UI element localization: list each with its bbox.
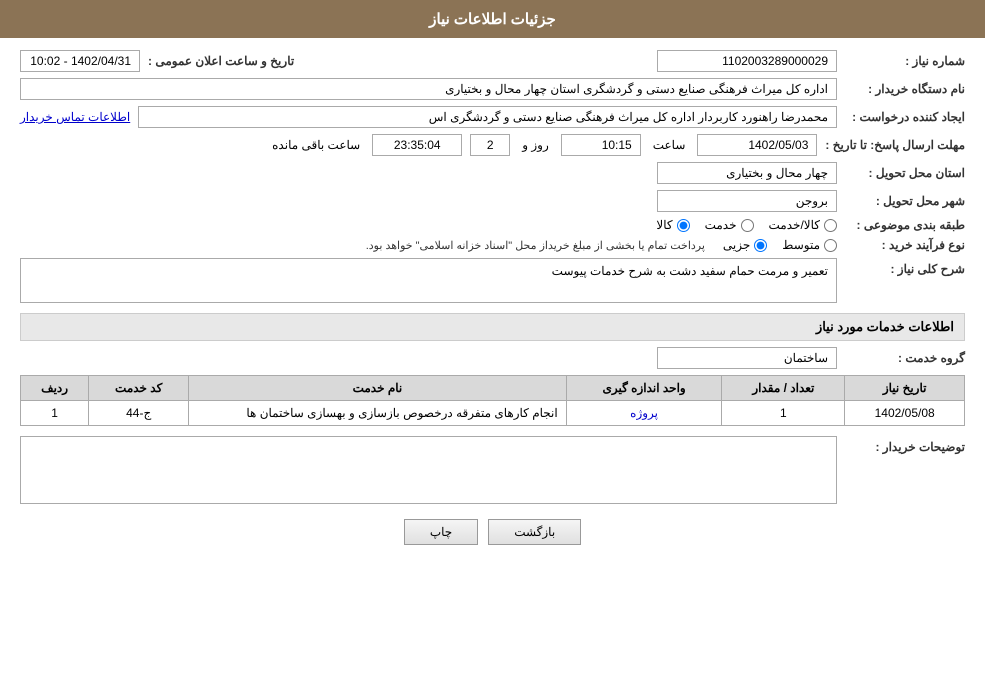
ostan-label: استان محل تحویل :	[845, 166, 965, 180]
farayand-radio-group: متوسط جزیی	[723, 238, 837, 252]
content-area: شماره نیاز : 1102003289000029 تاریخ و سا…	[0, 38, 985, 567]
page-header: جزئیات اطلاعات نیاز	[0, 0, 985, 38]
ijad-link[interactable]: اطلاعات تماس خریدار	[20, 110, 130, 124]
mohlat-baqi: 23:35:04	[372, 134, 462, 156]
cell-vahed: پروژه	[566, 401, 722, 426]
radio-jozii-input[interactable]	[754, 239, 767, 252]
service-section-title: اطلاعات خدمات مورد نیاز	[20, 313, 965, 341]
row-farayand: نوع فرآیند خرید : متوسط جزیی پرداخت تمام…	[20, 238, 965, 252]
table-header-row: تاریخ نیاز تعداد / مقدار واحد اندازه گیر…	[21, 376, 965, 401]
button-row: بازگشت چاپ	[20, 519, 965, 545]
radio-khedmat[interactable]: خدمت	[705, 218, 754, 232]
row-mohlat: مهلت ارسال پاسخ: تا تاریخ : 1402/05/03 س…	[20, 134, 965, 156]
row-ijad: ایجاد کننده درخواست : محمدرضا راهنورد کا…	[20, 106, 965, 128]
kala-label: کالا	[656, 218, 672, 232]
cell-tarikh: 1402/05/08	[845, 401, 965, 426]
saaat-label: ساعت	[653, 138, 686, 152]
radio-mootaset-input[interactable]	[824, 239, 837, 252]
nam-dastgah-label: نام دستگاه خریدار :	[845, 82, 965, 96]
kala-khedmat-label: کالا/خدمت	[769, 218, 820, 232]
col-vahed: واحد اندازه گیری	[566, 376, 722, 401]
radio-kala-khedmat[interactable]: کالا/خدمت	[769, 218, 837, 232]
mohlat-rooz: 2	[470, 134, 510, 156]
col-nam: نام خدمت	[189, 376, 567, 401]
shomara-value: 1102003289000029	[657, 50, 837, 72]
grooh-khedmat-label: گروه خدمت :	[845, 351, 965, 365]
tabaqe-radio-group: کالا/خدمت خدمت کالا	[656, 218, 837, 232]
chap-button[interactable]: چاپ	[404, 519, 478, 545]
bazgasht-button[interactable]: بازگشت	[488, 519, 581, 545]
sharh-label: شرح کلی نیاز :	[845, 258, 965, 276]
shomara-label: شماره نیاز :	[845, 54, 965, 68]
mohlat-date: 1402/05/03	[697, 134, 817, 156]
row-tabaqe: طبقه بندی موضوعی : کالا/خدمت خدمت کالا	[20, 218, 965, 232]
cell-radif: 1	[21, 401, 89, 426]
shahr-value: بروجن	[657, 190, 837, 212]
ostan-value: چهار محال و بختیاری	[657, 162, 837, 184]
tarikh-label: تاریخ و ساعت اعلان عمومی :	[148, 54, 294, 68]
col-kod: کد خدمت	[89, 376, 189, 401]
tozihat-label: توضیحات خریدار :	[845, 436, 965, 454]
khedmat-label: خدمت	[705, 218, 737, 232]
tozihat-textarea[interactable]	[20, 436, 837, 504]
page-title: جزئیات اطلاعات نیاز	[429, 11, 556, 28]
row-shomara-tarikh: شماره نیاز : 1102003289000029 تاریخ و سا…	[20, 50, 965, 72]
baqi-mande-label: ساعت باقی مانده	[272, 138, 360, 152]
grooh-khedmat-value: ساختمان	[657, 347, 837, 369]
farayand-note: پرداخت تمام یا بخشی از مبلغ خریداز محل "…	[366, 239, 705, 252]
ijad-value: محمدرضا راهنورد کاربردار اداره کل میراث …	[138, 106, 837, 128]
tarikh-value: 1402/04/31 - 10:02	[20, 50, 140, 72]
row-shahr: شهر محل تحویل : بروجن	[20, 190, 965, 212]
mootaset-label: متوسط	[782, 238, 820, 252]
rooz-label: روز و	[522, 138, 549, 152]
cell-name: انجام کارهای متفرقه درخصوص بازسازی و بهس…	[189, 401, 567, 426]
radio-kala-khedmat-input[interactable]	[824, 219, 837, 232]
radio-mootaset[interactable]: متوسط	[782, 238, 837, 252]
page-wrapper: جزئیات اطلاعات نیاز شماره نیاز : 1102003…	[0, 0, 985, 691]
row-ostan: استان محل تحویل : چهار محال و بختیاری	[20, 162, 965, 184]
ijad-label: ایجاد کننده درخواست :	[845, 110, 965, 124]
sharh-value: تعمیر و مرمت حمام سفید دشت به شرح خدمات …	[20, 258, 837, 303]
grooh-khedmat-row: گروه خدمت : ساختمان	[20, 347, 965, 369]
col-tarikh: تاریخ نیاز	[845, 376, 965, 401]
shahr-label: شهر محل تحویل :	[845, 194, 965, 208]
farayand-label: نوع فرآیند خرید :	[845, 238, 965, 252]
tabaqe-label: طبقه بندی موضوعی :	[845, 218, 965, 232]
row-tozihat: توضیحات خریدار :	[20, 436, 965, 504]
radio-kala[interactable]: کالا	[656, 218, 689, 232]
mohlat-time: 10:15	[561, 134, 641, 156]
jozii-label: جزیی	[723, 238, 750, 252]
mohlat-label: مهلت ارسال پاسخ: تا تاریخ :	[825, 138, 965, 152]
cell-kod: ج-44	[89, 401, 189, 426]
cell-tedad: 1	[722, 401, 845, 426]
radio-jozii[interactable]: جزیی	[723, 238, 767, 252]
radio-kala-input[interactable]	[677, 219, 690, 232]
col-tedad: تعداد / مقدار	[722, 376, 845, 401]
row-nam-dastgah: نام دستگاه خریدار : اداره کل میراث فرهنگ…	[20, 78, 965, 100]
radio-khedmat-input[interactable]	[741, 219, 754, 232]
table-row: 1402/05/08 1 پروژه انجام کارهای متفرقه د…	[21, 401, 965, 426]
row-sharh: شرح کلی نیاز : تعمیر و مرمت حمام سفید دش…	[20, 258, 965, 303]
col-radif: ردیف	[21, 376, 89, 401]
nam-dastgah-value: اداره کل میراث فرهنگی صنایع دستی و گردشگ…	[20, 78, 837, 100]
services-table: تاریخ نیاز تعداد / مقدار واحد اندازه گیر…	[20, 375, 965, 426]
